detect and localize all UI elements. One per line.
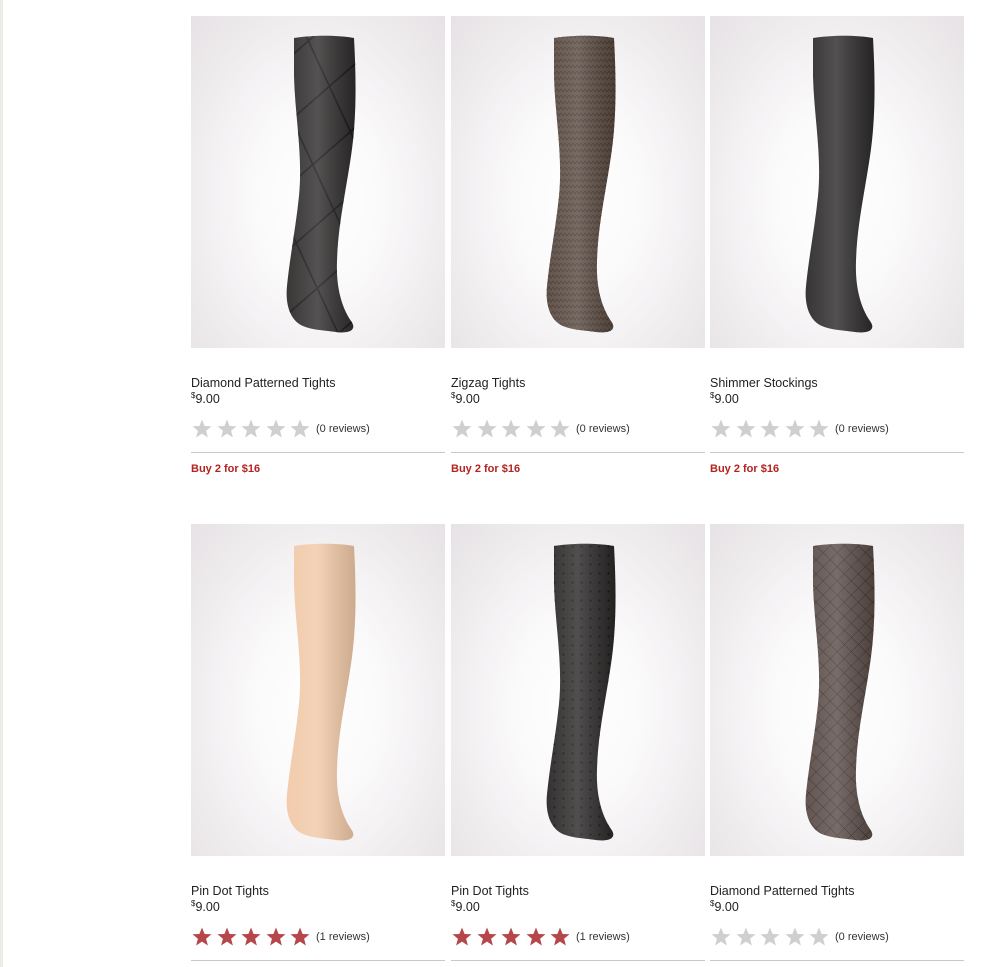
product-name[interactable]: Diamond Patterned Tights [191, 376, 336, 390]
product-rating: (0 reviews) [710, 925, 964, 951]
star-empty-icon [525, 418, 547, 440]
product-price: $9.00 [710, 391, 739, 406]
product-image[interactable] [191, 524, 445, 856]
star-filled-icon [265, 926, 287, 948]
divider [710, 960, 964, 961]
reviews-link[interactable]: (1 reviews) [316, 931, 370, 943]
product-name[interactable]: Diamond Patterned Tights [710, 884, 855, 898]
zigzag-brown-tights-image [546, 35, 616, 333]
star-empty-icon [808, 418, 830, 440]
currency-symbol: $ [710, 391, 715, 400]
product-price: $9.00 [451, 899, 480, 914]
star-filled-icon [289, 926, 311, 948]
shimmer-black-stockings-image [805, 35, 875, 333]
star-empty-icon [735, 926, 757, 948]
divider [451, 960, 705, 961]
star-empty-icon [710, 418, 732, 440]
star-filled-icon [476, 926, 498, 948]
promo-text: Buy 2 for $16 [710, 463, 780, 475]
diamond-pattern-taupe-tights-image [805, 543, 875, 841]
divider [710, 452, 964, 453]
product-image[interactable] [710, 524, 964, 856]
divider [451, 452, 705, 453]
currency-symbol: $ [191, 391, 196, 400]
star-empty-icon [759, 926, 781, 948]
promo-text: Buy 2 for $16 [191, 463, 261, 475]
star-empty-icon [784, 418, 806, 440]
product-name[interactable]: Pin Dot Tights [191, 884, 269, 898]
price-value: 9.00 [714, 392, 739, 406]
product-rating: (0 reviews) [451, 417, 705, 443]
pin-dot-black-tights-image [546, 543, 616, 841]
star-empty-icon [735, 418, 757, 440]
star-filled-icon [549, 926, 571, 948]
star-empty-icon [476, 418, 498, 440]
product-image[interactable] [451, 16, 705, 348]
divider [191, 452, 445, 453]
price-value: 9.00 [455, 900, 480, 914]
star-empty-icon [710, 926, 732, 948]
product-price: $9.00 [451, 391, 480, 406]
star-filled-icon [240, 926, 262, 948]
reviews-link[interactable]: (1 reviews) [576, 931, 630, 943]
star-filled-icon [191, 926, 213, 948]
price-value: 9.00 [195, 900, 220, 914]
star-empty-icon [784, 926, 806, 948]
price-value: 9.00 [195, 392, 220, 406]
star-empty-icon [289, 418, 311, 440]
price-value: 9.00 [714, 900, 739, 914]
star-empty-icon [265, 418, 287, 440]
star-filled-icon [500, 926, 522, 948]
star-empty-icon [216, 418, 238, 440]
star-empty-icon [549, 418, 571, 440]
product-rating: (0 reviews) [710, 417, 964, 443]
star-empty-icon [808, 926, 830, 948]
star-empty-icon [500, 418, 522, 440]
page-left-edge [0, 0, 3, 967]
currency-symbol: $ [451, 899, 456, 908]
product-image[interactable] [451, 524, 705, 856]
star-filled-icon [451, 926, 473, 948]
currency-symbol: $ [191, 899, 196, 908]
product-price: $9.00 [191, 391, 220, 406]
product-name[interactable]: Zigzag Tights [451, 376, 525, 390]
divider [191, 960, 445, 961]
reviews-link[interactable]: (0 reviews) [576, 423, 630, 435]
promo-text: Buy 2 for $16 [451, 463, 521, 475]
star-empty-icon [759, 418, 781, 440]
star-empty-icon [191, 418, 213, 440]
product-name[interactable]: Shimmer Stockings [710, 376, 818, 390]
star-filled-icon [525, 926, 547, 948]
product-rating: (1 reviews) [451, 925, 705, 951]
product-price: $9.00 [710, 899, 739, 914]
product-price: $9.00 [191, 899, 220, 914]
reviews-link[interactable]: (0 reviews) [835, 931, 889, 943]
product-rating: (0 reviews) [191, 417, 445, 443]
pin-dot-nude-tights-image [286, 543, 356, 841]
currency-symbol: $ [451, 391, 456, 400]
product-image[interactable] [710, 16, 964, 348]
reviews-link[interactable]: (0 reviews) [835, 423, 889, 435]
currency-symbol: $ [710, 899, 715, 908]
star-empty-icon [240, 418, 262, 440]
product-name[interactable]: Pin Dot Tights [451, 884, 529, 898]
star-filled-icon [216, 926, 238, 948]
price-value: 9.00 [455, 392, 480, 406]
reviews-link[interactable]: (0 reviews) [316, 423, 370, 435]
product-image[interactable] [191, 16, 445, 348]
product-rating: (1 reviews) [191, 925, 445, 951]
star-empty-icon [451, 418, 473, 440]
diamond-pattern-black-tights-image [286, 35, 356, 333]
